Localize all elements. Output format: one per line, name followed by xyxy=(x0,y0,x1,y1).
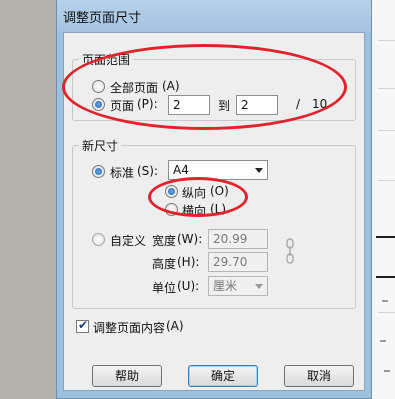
orientation-highlight xyxy=(148,177,248,217)
help-button[interactable]: 帮助 xyxy=(92,365,162,387)
standard-size-radio[interactable] xyxy=(92,165,105,178)
width-shortcut: (W): xyxy=(177,232,203,246)
background-left xyxy=(0,0,56,399)
unit-select[interactable]: 厘米 xyxy=(208,276,268,296)
adjust-content-label[interactable]: 调整页面内容 xyxy=(93,319,165,336)
background-document xyxy=(372,0,395,399)
unit-label: 单位 xyxy=(152,281,177,295)
height-shortcut: (H): xyxy=(177,255,200,269)
chevron-down-icon xyxy=(255,168,263,173)
standard-size-shortcut: (S): xyxy=(137,164,159,178)
checkmark-icon: ✔ xyxy=(78,318,89,332)
custom-size-radio[interactable] xyxy=(92,233,105,246)
dialog-title: 调整页面尺寸 xyxy=(63,11,142,26)
chevron-down-icon xyxy=(255,284,263,289)
link-aspect-icon[interactable] xyxy=(285,238,295,264)
adjust-content-shortcut: (A) xyxy=(166,319,184,333)
custom-size-label[interactable]: 自定义 xyxy=(110,232,146,249)
cancel-button[interactable]: 取消 xyxy=(284,365,354,387)
height-input[interactable]: 29.70 xyxy=(208,252,268,272)
width-label: 宽度 xyxy=(152,234,177,248)
adjust-content-checkbox[interactable]: ✔ xyxy=(76,318,89,333)
standard-size-label[interactable]: 标准 xyxy=(110,164,134,181)
ok-button[interactable]: 确定 xyxy=(188,365,258,387)
standard-size-value: A4 xyxy=(173,163,189,177)
height-label: 高度 xyxy=(152,257,177,271)
unit-value: 厘米 xyxy=(213,279,238,293)
new-size-legend: 新尺寸 xyxy=(79,137,122,154)
unit-shortcut: (U): xyxy=(177,279,200,293)
title-bar[interactable]: 调整页面尺寸 xyxy=(57,0,371,32)
width-input[interactable]: 20.99 xyxy=(208,229,268,249)
page-range-highlight xyxy=(62,44,347,130)
